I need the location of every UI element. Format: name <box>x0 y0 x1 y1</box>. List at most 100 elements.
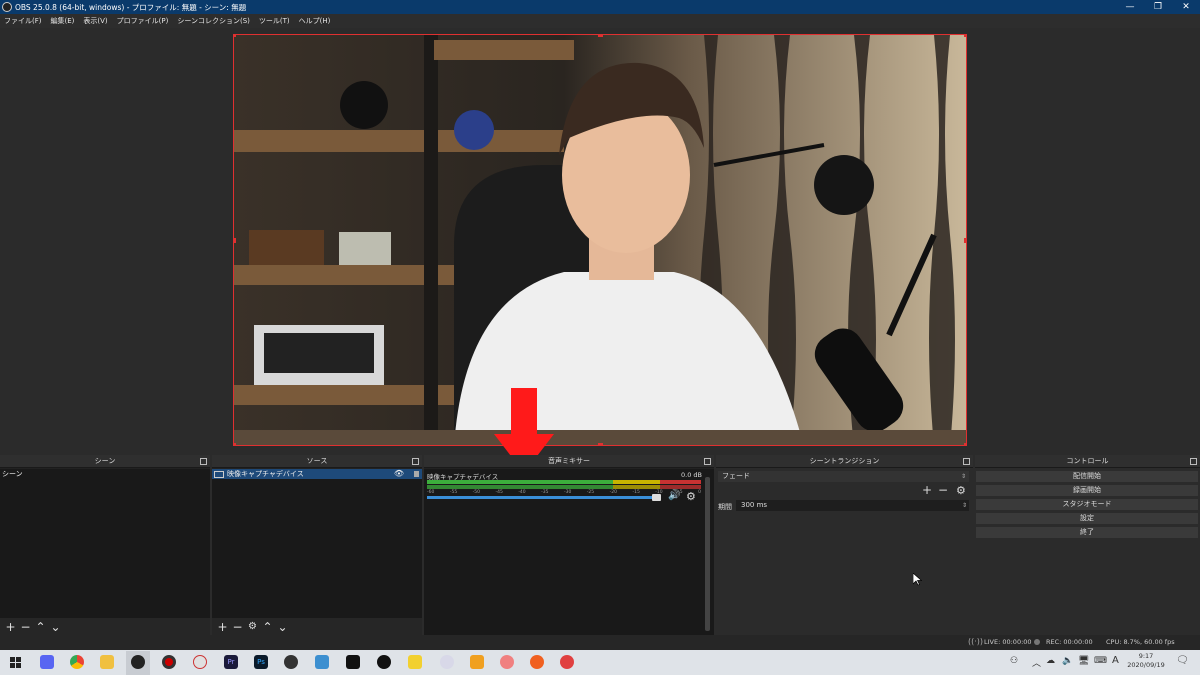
undock-icon[interactable] <box>1190 458 1197 465</box>
menu-tools[interactable]: ツール(T) <box>259 16 290 26</box>
app-icon[interactable] <box>500 655 514 669</box>
clock[interactable]: 9:17 2020/09/19 <box>1126 652 1166 670</box>
logitech-icon[interactable] <box>377 655 391 669</box>
add-transition-icon[interactable]: + <box>922 483 932 497</box>
add-scene-icon[interactable]: + <box>3 621 18 633</box>
move-up-icon[interactable]: ⌃ <box>260 621 275 633</box>
clock-date: 2020/09/19 <box>1127 661 1165 669</box>
mouse-cursor-icon <box>913 573 922 586</box>
windows-start-icon[interactable] <box>10 657 21 668</box>
duration-input[interactable]: 300 ms ⇕ <box>736 500 969 511</box>
mixer-scrollbar[interactable] <box>705 477 710 631</box>
scene-item[interactable]: シーン <box>0 469 210 479</box>
undock-icon[interactable] <box>412 458 419 465</box>
volume-slider-handle[interactable] <box>652 494 661 501</box>
scene-transitions-dock: シーントランジション フェード ⇕ + − ⚙ 期間 300 ms ⇕ <box>716 455 973 635</box>
video-preview[interactable] <box>233 34 967 446</box>
remove-source-icon[interactable]: − <box>230 621 245 633</box>
controls-dock-title: コントロール <box>1066 457 1109 465</box>
davinci-resolve-icon[interactable] <box>284 655 298 669</box>
resize-handle-bottom-left[interactable] <box>234 443 236 445</box>
gear-icon[interactable]: ⚙ <box>686 490 696 503</box>
menu-help[interactable]: ヘルプ(H) <box>299 16 331 26</box>
duration-label: 期間 <box>718 503 732 511</box>
photoshop-icon[interactable]: Ps <box>254 655 268 669</box>
close-icon[interactable]: ✕ <box>1172 2 1200 12</box>
speaker-icon[interactable]: 🔈 <box>1062 656 1073 666</box>
network-icon[interactable]: 🖥 <box>1078 656 1089 666</box>
scene-list[interactable]: シーン <box>0 469 210 618</box>
menu-scene-collection[interactable]: シーンコレクション(S) <box>177 16 250 26</box>
remove-scene-icon[interactable]: − <box>18 621 33 633</box>
source-item[interactable]: 映像キャプチャデバイス 👁 <box>212 469 422 479</box>
undock-icon[interactable] <box>200 458 207 465</box>
premiere-icon[interactable]: Pr <box>224 655 238 669</box>
obs-app-icon <box>2 2 12 12</box>
settings-button[interactable]: 設定 <box>976 513 1198 524</box>
remove-transition-icon[interactable]: − <box>938 483 948 497</box>
gear-icon[interactable]: ⚙ <box>956 484 966 497</box>
live-status: LIVE: 00:00:00 <box>984 638 1032 646</box>
app-icon[interactable] <box>346 655 360 669</box>
rec-status: REC: 00:00:00 <box>1046 638 1093 646</box>
menu-bar: ファイル(F) 編集(E) 表示(V) プロファイル(P) シーンコレクション(… <box>0 14 1200 28</box>
gear-icon[interactable]: ⚙ <box>245 621 260 633</box>
eye-icon[interactable]: 👁 <box>394 469 404 479</box>
sticky-notes-icon[interactable] <box>408 655 422 669</box>
ime-indicator[interactable]: A <box>1112 655 1119 666</box>
sources-dock-title: ソース <box>306 457 328 465</box>
headphones-app-icon[interactable] <box>560 655 574 669</box>
volume-slider[interactable] <box>427 496 659 499</box>
source-list[interactable]: 映像キャプチャデバイス 👁 <box>212 469 422 618</box>
file-explorer-icon[interactable] <box>100 655 114 669</box>
restore-icon[interactable]: ❐ <box>1144 2 1172 12</box>
transition-select[interactable]: フェード ⇕ <box>718 471 969 482</box>
preview-area[interactable] <box>0 28 1200 473</box>
exit-button[interactable]: 終了 <box>976 527 1198 538</box>
mixer-dock-title: 音声ミキサー <box>548 457 590 465</box>
menu-view[interactable]: 表示(V) <box>83 16 107 26</box>
undock-icon[interactable] <box>704 458 711 465</box>
start-streaming-button[interactable]: 配信開始 <box>976 471 1198 482</box>
app-icon[interactable] <box>470 655 484 669</box>
app-icon[interactable] <box>315 655 329 669</box>
studio-mode-button[interactable]: スタジオモード <box>976 499 1198 510</box>
menu-profile[interactable]: プロファイル(P) <box>117 16 169 26</box>
webcam-scene-image <box>234 35 966 445</box>
resize-handle-top[interactable] <box>598 35 603 37</box>
menu-edit[interactable]: 編集(E) <box>51 16 75 26</box>
spinner-icon[interactable]: ⇕ <box>962 500 967 511</box>
speaker-icon[interactable]: 🔊 <box>668 490 680 501</box>
broadcast-icon: ((·)) <box>968 637 984 646</box>
source-item-label: 映像キャプチャデバイス <box>227 470 304 478</box>
chevron-up-icon[interactable]: ︿ <box>1032 656 1041 669</box>
people-icon[interactable]: ⚇ <box>1010 656 1018 666</box>
resize-handle-right[interactable] <box>964 238 966 243</box>
resize-handle-top-left[interactable] <box>234 35 236 37</box>
resize-handle-bottom[interactable] <box>598 443 603 445</box>
undock-icon[interactable] <box>963 458 970 465</box>
lock-icon[interactable] <box>414 471 419 477</box>
add-source-icon[interactable]: + <box>215 621 230 633</box>
minimize-icon[interactable]: — <box>1116 2 1144 12</box>
cpu-status: CPU: 8.7%, 60.00 fps <box>1106 638 1175 646</box>
resize-handle-left[interactable] <box>234 238 236 243</box>
move-down-icon[interactable]: ⌄ <box>48 621 63 633</box>
chrome-icon[interactable] <box>70 655 84 669</box>
discord-icon[interactable] <box>40 655 54 669</box>
cloud-icon[interactable]: ☁ <box>1046 656 1055 666</box>
move-up-icon[interactable]: ⌃ <box>33 621 48 633</box>
obs-taskbar-icon[interactable] <box>131 655 145 669</box>
start-recording-button[interactable]: 録画開始 <box>976 485 1198 496</box>
resize-handle-bottom-right[interactable] <box>964 443 966 445</box>
record-app-icon[interactable] <box>162 655 176 669</box>
resize-handle-top-right[interactable] <box>964 35 966 37</box>
itunes-icon[interactable] <box>193 655 207 669</box>
notification-icon[interactable]: 🗨 <box>1176 655 1189 666</box>
mixer-body: 映像キャプチャデバイス 0.0 dB -60 -55 -50 -45 -40 -35 -30… <box>424 469 714 635</box>
keyboard-icon[interactable]: ⌨ <box>1094 656 1107 666</box>
menu-file[interactable]: ファイル(F) <box>4 16 42 26</box>
app-icon[interactable] <box>530 655 544 669</box>
app-icon[interactable] <box>440 655 454 669</box>
move-down-icon[interactable]: ⌄ <box>275 621 290 633</box>
